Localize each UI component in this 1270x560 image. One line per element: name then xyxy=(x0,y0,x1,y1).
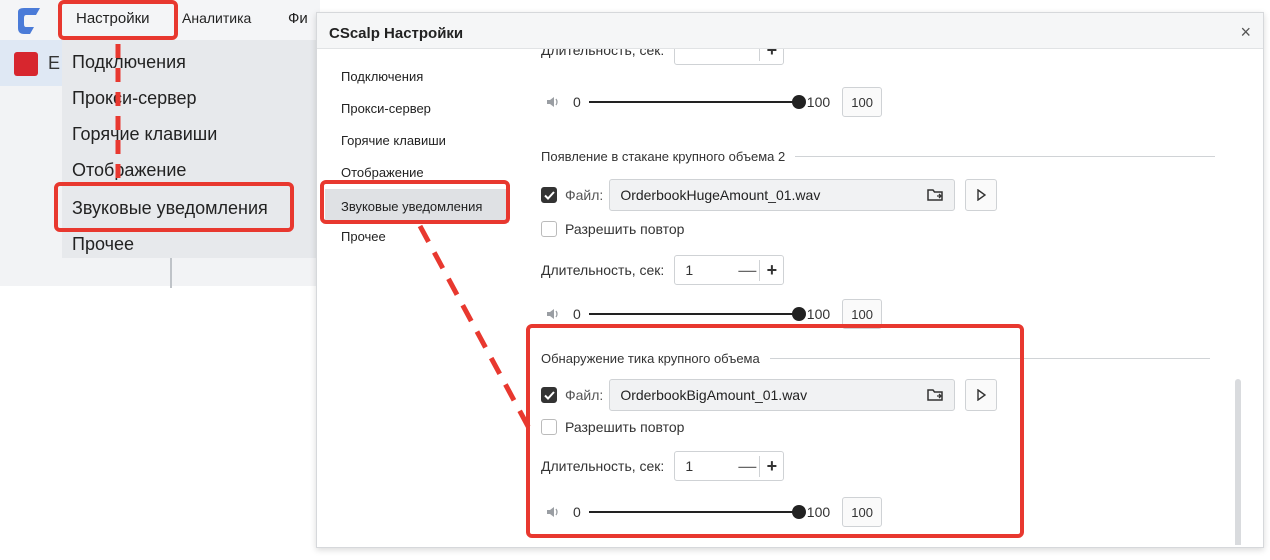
nav-item-hotkeys[interactable]: Горячие клавиши xyxy=(341,133,446,148)
volume-max: 100 xyxy=(806,94,831,110)
content-scrollbar[interactable] xyxy=(1235,379,1241,545)
menu-analytics[interactable]: Аналитика xyxy=(182,10,251,26)
volume-row-top: 0 100 100 xyxy=(541,87,883,117)
nav-item-proxy[interactable]: Прокси-сервер xyxy=(341,101,431,116)
dialog-title: CScalp Настройки xyxy=(329,25,464,42)
nav-item-connections[interactable]: Подключения xyxy=(341,69,423,84)
duration-label: Длительность, сек: xyxy=(541,262,665,278)
menu-cut-item[interactable]: Фи xyxy=(288,10,308,27)
app-logo-icon xyxy=(18,8,40,34)
file-label: Файл: xyxy=(565,187,604,203)
dropdown-item-hotkeys[interactable]: Горячие клавиши xyxy=(72,124,217,145)
volume-min: 0 xyxy=(573,306,581,322)
file-row: Файл: OrderbookHugeAmount_01.wav xyxy=(541,179,998,211)
highlight-settings-menu xyxy=(58,0,178,40)
volume-min: 0 xyxy=(573,94,581,110)
dropdown-item-connections[interactable]: Подключения xyxy=(72,52,186,73)
volume-slider-thumb[interactable] xyxy=(791,307,806,321)
play-button[interactable] xyxy=(965,179,998,211)
volume-icon xyxy=(547,97,558,107)
volume-slider[interactable] xyxy=(588,307,806,321)
duration-plus-button[interactable]: + xyxy=(759,259,783,281)
close-icon[interactable]: × xyxy=(1240,22,1251,43)
highlight-big-tick-section xyxy=(526,324,1024,538)
repeat-row: Разрешить повтор xyxy=(541,221,684,237)
divider xyxy=(170,256,172,288)
file-checkbox[interactable] xyxy=(541,187,557,203)
repeat-checkbox[interactable] xyxy=(541,221,557,237)
play-icon xyxy=(977,189,987,201)
repeat-label: Разрешить повтор xyxy=(565,221,685,237)
duration-value[interactable]: 1 xyxy=(675,262,735,278)
duration-stepper[interactable]: 1 — + xyxy=(674,255,785,285)
highlight-sound-menu-item xyxy=(54,182,294,232)
duration-row: Длительность, сек: 1 — + xyxy=(541,255,785,285)
section-1-title: Появление в стакане крупного объема 2 xyxy=(541,149,786,164)
duration-stepper[interactable]: + xyxy=(674,49,785,65)
instrument-color-marker xyxy=(14,52,38,76)
dropdown-item-other[interactable]: Прочее xyxy=(72,234,134,255)
file-name-field[interactable]: OrderbookHugeAmount_01.wav xyxy=(609,179,956,211)
row-letter: E xyxy=(48,53,61,73)
nav-item-other[interactable]: Прочее xyxy=(341,229,386,244)
checkbox-check-icon xyxy=(543,190,555,200)
partial-duration-row: Длительность, сек: + xyxy=(541,49,785,65)
settings-nav: Подключения Прокси-сервер Горячие клавиш… xyxy=(317,49,517,549)
highlight-sound-nav-item xyxy=(320,180,510,224)
volume-icon xyxy=(547,309,558,319)
volume-slider-thumb[interactable] xyxy=(791,95,806,109)
volume-slider[interactable] xyxy=(588,95,806,109)
duration-minus-button[interactable]: — xyxy=(735,260,759,281)
dropdown-item-proxy[interactable]: Прокси-сервер xyxy=(72,88,197,109)
file-name: OrderbookHugeAmount_01.wav xyxy=(620,187,821,203)
dialog-title-bar: CScalp Настройки × xyxy=(317,13,1263,49)
folder-icon[interactable] xyxy=(926,186,944,204)
nav-item-display[interactable]: Отображение xyxy=(341,165,424,180)
section-title: Появление в стакане крупного объема 2 xyxy=(541,149,1216,164)
volume-value-input[interactable]: 100 xyxy=(842,87,883,117)
dropdown-item-display[interactable]: Отображение xyxy=(72,160,186,181)
volume-max: 100 xyxy=(806,306,831,322)
duration-label: Длительность, сек: xyxy=(541,49,665,58)
